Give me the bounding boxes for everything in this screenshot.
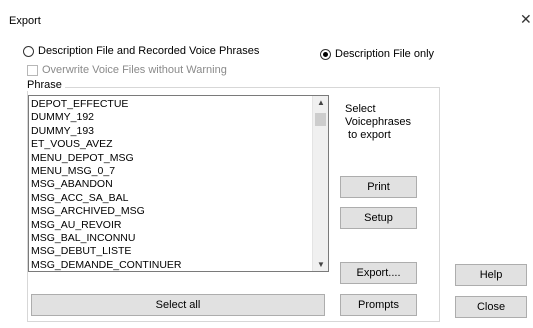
list-item[interactable]: MSG_ACC_SA_BAL [31, 192, 182, 205]
list-item[interactable]: DUMMY_192 [31, 111, 182, 124]
phrase-group-label: Phrase [27, 79, 65, 91]
print-button[interactable]: Print [340, 176, 417, 198]
setup-button[interactable]: Setup [340, 207, 417, 229]
list-item[interactable]: MSG_DEMANDE_CONTINUER [31, 259, 182, 271]
phrase-listbox[interactable]: DEPOT_EFFECTUE DUMMY_192 DUMMY_193 ET_VO… [28, 95, 329, 272]
radio-desc-only[interactable]: Description File only [320, 48, 434, 60]
info-line: to export [345, 129, 391, 141]
prompts-button[interactable]: Prompts [340, 294, 417, 316]
list-item[interactable]: MENU_MSG_0_7 [31, 165, 182, 178]
info-line: Select [345, 103, 376, 115]
phrase-list: DEPOT_EFFECTUE DUMMY_192 DUMMY_193 ET_VO… [31, 98, 182, 271]
listbox-scrollbar[interactable]: ▲ ▼ [312, 96, 328, 271]
close-button[interactable]: Close [455, 296, 527, 318]
overwrite-checkbox-row[interactable]: Overwrite Voice Files without Warning [27, 64, 227, 76]
list-item[interactable]: MSG_AU_REVOIR [31, 219, 182, 232]
scroll-thumb[interactable] [315, 113, 326, 126]
info-line: Voicephrases [345, 116, 412, 128]
list-item[interactable]: MSG_ABANDON [31, 178, 182, 191]
list-item[interactable]: ET_VOUS_AVEZ [31, 138, 182, 151]
window-title: Export [9, 15, 41, 27]
radio-circle-desc-only[interactable] [320, 48, 331, 60]
list-item[interactable]: DUMMY_193 [31, 125, 182, 138]
radio-circle-full[interactable] [23, 45, 34, 57]
select-all-button[interactable]: Select all [31, 294, 325, 316]
chevron-up-icon[interactable]: ▲ [317, 98, 325, 107]
list-item[interactable]: MSG_BAL_INCONNU [31, 232, 182, 245]
list-item[interactable]: MSG_ARCHIVED_MSG [31, 205, 182, 218]
chevron-down-icon[interactable]: ▼ [317, 260, 325, 269]
close-icon[interactable]: ✕ [520, 12, 532, 26]
radio-desc-only-label: Description File only [335, 48, 435, 60]
overwrite-checkbox-label: Overwrite Voice Files without Warning [42, 64, 227, 76]
select-info-text: Select Voicephrases to export [345, 103, 425, 142]
list-item[interactable]: DEPOT_EFFECTUE [31, 98, 182, 111]
list-item[interactable]: MSG_DEBUT_LISTE [31, 245, 182, 258]
export-button[interactable]: Export.... [340, 262, 417, 284]
help-button[interactable]: Help [455, 264, 527, 286]
overwrite-checkbox[interactable] [27, 64, 38, 76]
list-item[interactable]: MENU_DEPOT_MSG [31, 152, 182, 165]
radio-full-export[interactable]: Description File and Recorded Voice Phra… [23, 45, 259, 57]
radio-full-label: Description File and Recorded Voice Phra… [38, 45, 260, 57]
